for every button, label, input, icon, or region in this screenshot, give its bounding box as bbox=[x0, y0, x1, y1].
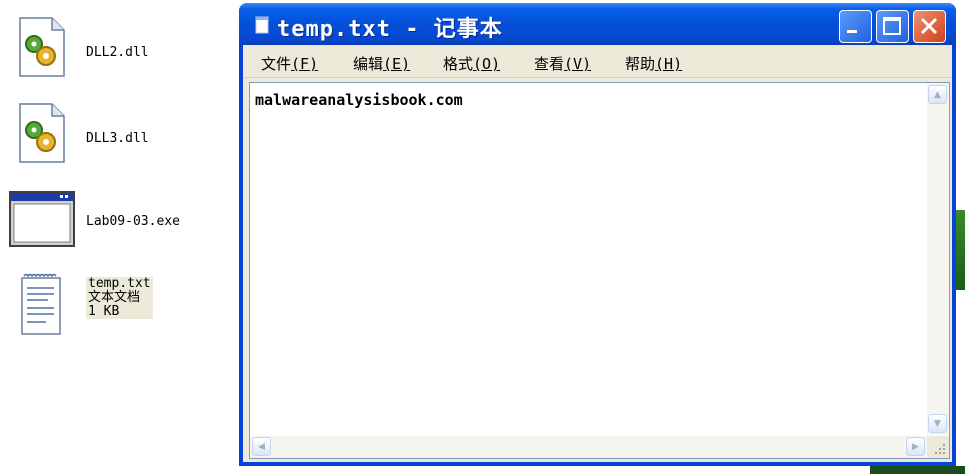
desktop-file-exe[interactable]: Lab09-03.exe bbox=[0, 186, 230, 256]
resize-grip[interactable] bbox=[927, 436, 949, 458]
desktop-background bbox=[956, 0, 965, 100]
scroll-right-button[interactable]: ▶ bbox=[906, 437, 925, 456]
horizontal-scrollbar[interactable]: ◀ ▶ bbox=[250, 436, 927, 458]
menu-view[interactable]: 查看(V) bbox=[534, 53, 591, 74]
scroll-up-button[interactable]: ▲ bbox=[928, 85, 947, 104]
window-frame: 文件(F) 编辑(E) 格式(O) 查看(V) 帮助(H) malwareana… bbox=[243, 45, 952, 462]
menu-bar: 文件(F) 编辑(E) 格式(O) 查看(V) 帮助(H) bbox=[243, 45, 952, 78]
menu-help[interactable]: 帮助(H) bbox=[625, 53, 682, 74]
maximize-button[interactable] bbox=[876, 10, 909, 43]
notepad-text-file-icon bbox=[21, 273, 61, 335]
desktop-file-dll2[interactable]: DLL2.dll bbox=[0, 14, 230, 84]
dll-file-icon bbox=[19, 17, 65, 77]
text-editor-area[interactable]: malwareanalysisbook.com ▲ ▼ ◀ ▶ bbox=[249, 82, 950, 459]
scroll-down-button[interactable]: ▼ bbox=[928, 414, 947, 433]
menu-edit[interactable]: 编辑(E) bbox=[353, 53, 410, 74]
file-label: temp.txt 文本文档 1 KB bbox=[86, 276, 153, 319]
scroll-left-button[interactable]: ◀ bbox=[252, 437, 271, 456]
file-label: DLL2.dll bbox=[86, 45, 149, 60]
desktop-file-temp-txt[interactable]: temp.txt 文本文档 1 KB bbox=[0, 272, 230, 342]
desktop-background bbox=[956, 210, 965, 290]
chevron-left-icon: ◀ bbox=[258, 441, 265, 452]
file-label: Lab09-03.exe bbox=[86, 214, 180, 229]
chevron-right-icon: ▶ bbox=[912, 441, 919, 452]
minimize-button[interactable] bbox=[839, 10, 872, 43]
file-label: DLL3.dll bbox=[86, 131, 149, 146]
desktop-file-dll3[interactable]: DLL3.dll bbox=[0, 100, 230, 170]
maximize-icon bbox=[883, 17, 901, 35]
close-button[interactable] bbox=[913, 10, 946, 43]
vertical-scrollbar[interactable]: ▲ ▼ bbox=[927, 83, 949, 435]
window-title: temp.txt - 记事本 bbox=[277, 17, 503, 42]
title-bar[interactable]: temp.txt - 记事本 bbox=[239, 3, 956, 45]
notepad-icon bbox=[255, 16, 269, 34]
document-text[interactable]: malwareanalysisbook.com bbox=[255, 91, 463, 109]
dll-file-icon bbox=[19, 103, 65, 163]
chevron-up-icon: ▲ bbox=[934, 89, 941, 100]
minimize-icon bbox=[847, 30, 857, 33]
application-window-icon bbox=[9, 191, 75, 247]
desktop-background bbox=[870, 466, 965, 474]
notepad-window[interactable]: temp.txt - 记事本 文件(F) 编辑(E) 格式(O) 查看(V) 帮 bbox=[239, 3, 956, 466]
menu-file[interactable]: 文件(F) bbox=[261, 53, 318, 74]
resize-grip-icon bbox=[935, 444, 945, 454]
menu-format[interactable]: 格式(O) bbox=[443, 53, 500, 74]
close-icon bbox=[920, 17, 938, 35]
chevron-down-icon: ▼ bbox=[934, 418, 941, 429]
